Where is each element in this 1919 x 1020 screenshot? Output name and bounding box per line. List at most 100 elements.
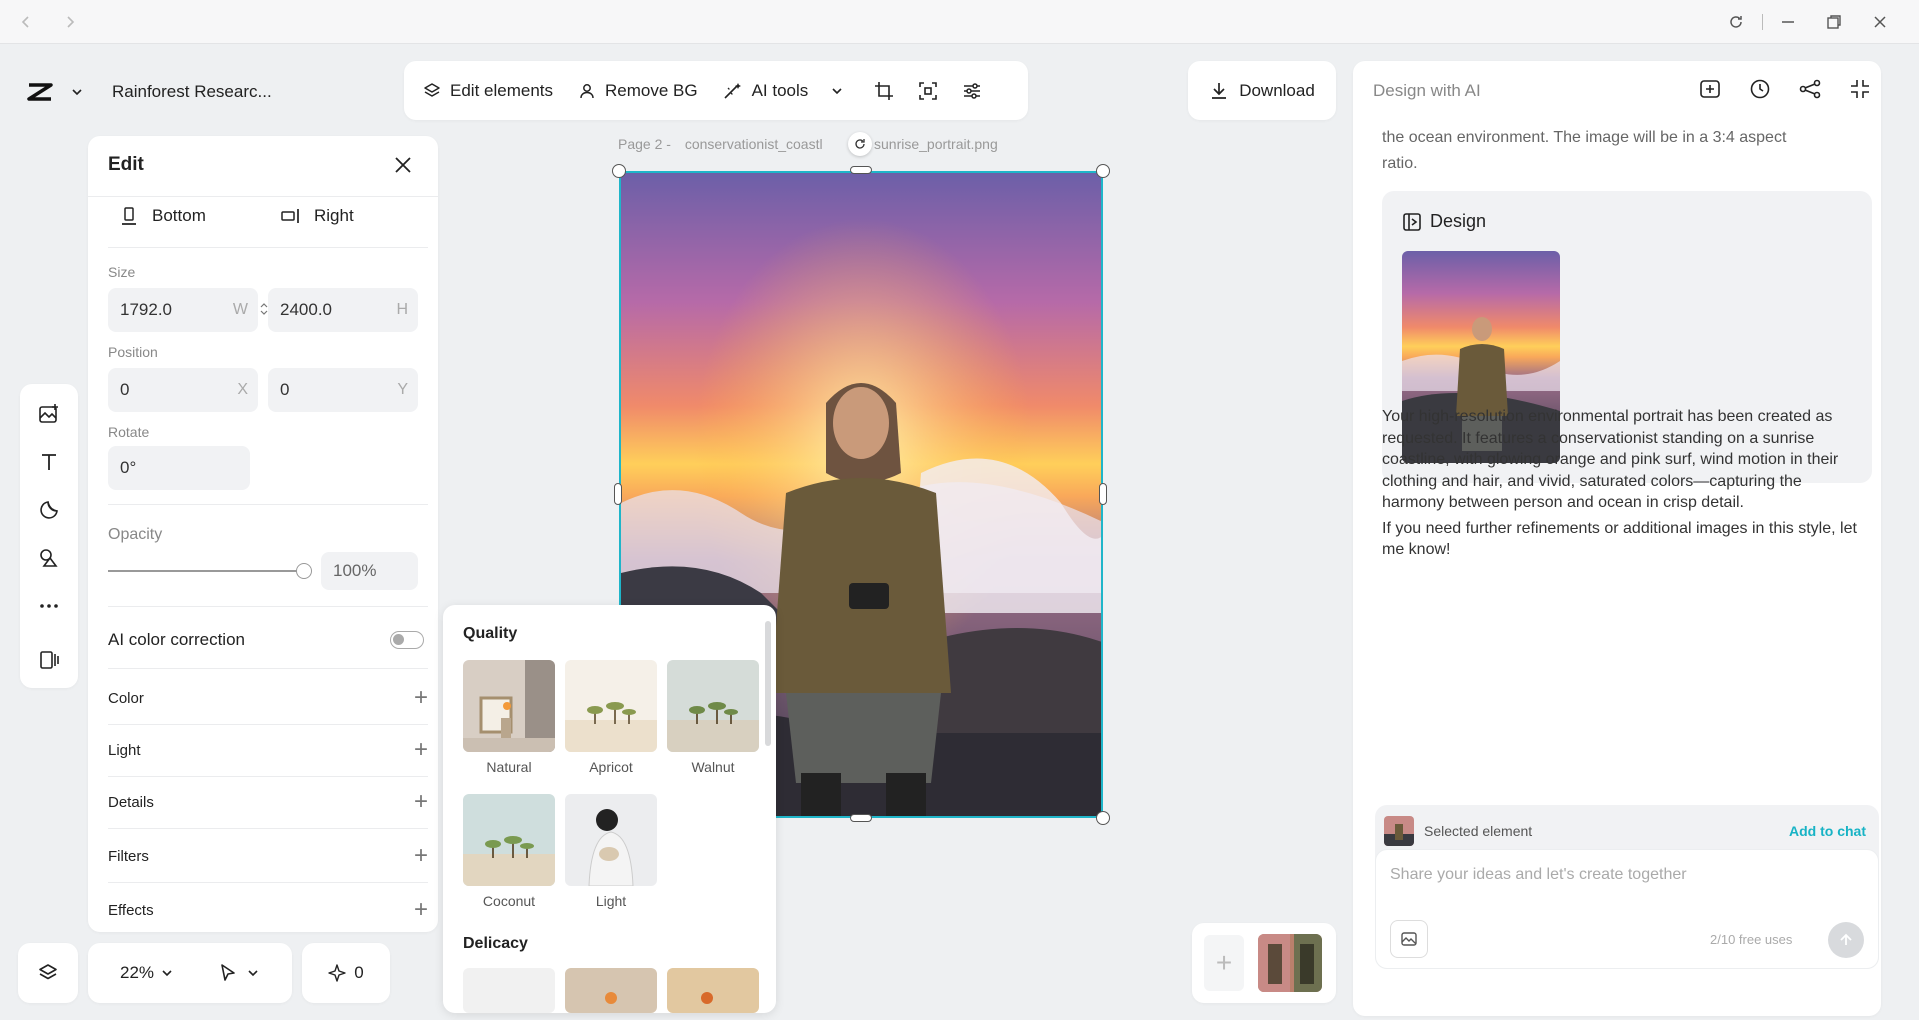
- light-section-label: Light: [108, 741, 141, 759]
- chevron-left-icon[interactable]: [12, 8, 40, 36]
- share-icon[interactable]: [1798, 77, 1822, 101]
- filter-thumb-walnut[interactable]: [667, 660, 759, 752]
- resize-handle-bottom[interactable]: [850, 814, 872, 822]
- popup-scrollbar[interactable]: [765, 621, 771, 746]
- align-right-button[interactable]: Right: [280, 196, 354, 236]
- zoom-dropdown[interactable]: 22%: [120, 963, 174, 983]
- ai-panel-title: Design with AI: [1373, 81, 1481, 100]
- chat-input-box[interactable]: Share your ideas and let's create togeth…: [1375, 849, 1879, 969]
- filter-thumb-natural[interactable]: [463, 660, 555, 752]
- height-input[interactable]: 2400.0 H: [268, 288, 418, 332]
- ai-color-correction-toggle[interactable]: [390, 631, 424, 649]
- resize-handle-bottom-right[interactable]: [1096, 811, 1110, 825]
- position-y-input[interactable]: 0 Y: [268, 368, 418, 412]
- chevron-down-icon: [162, 970, 172, 977]
- smart-select-icon[interactable]: [906, 69, 950, 113]
- rotate-label: Rotate: [108, 424, 150, 440]
- ai-credits-button[interactable]: 0: [302, 943, 390, 1003]
- design-icon: [1403, 212, 1421, 231]
- filter-thumb-coconut[interactable]: [463, 794, 555, 886]
- page-thumbnail[interactable]: [1258, 934, 1322, 992]
- download-button[interactable]: Download: [1188, 61, 1336, 120]
- add-to-chat-link[interactable]: Add to chat: [1789, 823, 1866, 839]
- opacity-slider-track[interactable]: [108, 570, 304, 572]
- color-section[interactable]: Color +: [108, 672, 428, 724]
- filter-label-light: Light: [595, 893, 627, 909]
- filter-thumb-light[interactable]: [565, 794, 657, 886]
- align-bottom-button[interactable]: Bottom: [120, 196, 206, 236]
- opacity-label: Opacity: [108, 526, 163, 543]
- details-section[interactable]: Details +: [108, 776, 428, 828]
- edit-elements-button[interactable]: Edit elements: [410, 61, 565, 120]
- height-value: 2400.0: [280, 300, 332, 319]
- app-logo-icon[interactable]: [20, 74, 60, 110]
- color-section-label: Color: [108, 689, 144, 707]
- opacity-input[interactable]: 100%: [321, 552, 418, 590]
- filters-section-label: Filters: [108, 847, 149, 865]
- delicacy-thumb-2[interactable]: [565, 968, 657, 1013]
- close-icon[interactable]: [392, 154, 414, 176]
- light-section[interactable]: Light +: [108, 724, 428, 776]
- chevron-down-icon[interactable]: [70, 85, 84, 99]
- position-x-input[interactable]: 0 X: [108, 368, 258, 412]
- filter-label-walnut: Walnut: [691, 759, 735, 775]
- window-titlebar: [0, 0, 1919, 44]
- attach-image-icon[interactable]: [1390, 920, 1428, 958]
- details-section-label: Details: [108, 793, 154, 811]
- resize-handle-left[interactable]: [614, 483, 622, 505]
- filter-label-coconut: Coconut: [482, 893, 536, 909]
- align-right-icon: [281, 209, 299, 223]
- new-chat-icon[interactable]: [1698, 77, 1722, 101]
- free-uses-text: 2/10 free uses: [1710, 932, 1793, 947]
- delicacy-thumb-1[interactable]: [463, 968, 555, 1013]
- project-header: Rainforest Researc...: [20, 68, 272, 116]
- pages-panel-icon[interactable]: [23, 636, 75, 684]
- rotate-handle-icon[interactable]: [848, 132, 872, 156]
- layers-button[interactable]: [18, 943, 78, 1003]
- collapse-icon[interactable]: [1848, 77, 1872, 101]
- selected-element-thumbnail: [1384, 816, 1414, 846]
- history-icon[interactable]: [1748, 77, 1772, 101]
- adjust-sliders-icon[interactable]: [950, 69, 994, 113]
- opacity-slider-handle[interactable]: [296, 563, 312, 579]
- filter-thumb-apricot[interactable]: [565, 660, 657, 752]
- remove-bg-button[interactable]: Remove BG: [565, 61, 710, 120]
- resize-handle-right[interactable]: [1099, 483, 1107, 505]
- chat-input-placeholder[interactable]: Share your ideas and let's create togeth…: [1390, 866, 1687, 884]
- chevron-down-icon: [832, 87, 842, 94]
- restore-icon[interactable]: [1820, 8, 1848, 36]
- add-image-icon[interactable]: [23, 390, 75, 438]
- chevron-right-icon[interactable]: [56, 8, 84, 36]
- shapes-icon[interactable]: [23, 534, 75, 582]
- rotate-value: 0°: [120, 458, 137, 477]
- rotate-input[interactable]: 0°: [108, 446, 250, 490]
- close-icon[interactable]: [1866, 8, 1894, 36]
- layers-icon: [424, 82, 440, 97]
- ai-intro-text: the ocean environment. The image will be…: [1382, 125, 1872, 177]
- ai-intro-line-2: ratio.: [1382, 155, 1418, 172]
- refresh-icon[interactable]: [1722, 8, 1750, 36]
- effects-section[interactable]: Effects +: [108, 884, 428, 932]
- more-icon[interactable]: [23, 582, 75, 630]
- position-label: Position: [108, 344, 158, 360]
- project-name[interactable]: Rainforest Researc...: [112, 82, 272, 102]
- sticker-icon[interactable]: [23, 486, 75, 534]
- plus-icon: +: [413, 788, 428, 815]
- width-input[interactable]: 1792.0 W: [108, 288, 258, 332]
- text-icon[interactable]: [23, 438, 75, 486]
- pointer-tool-dropdown[interactable]: [218, 963, 260, 983]
- ai-color-correction-row: AI color correction: [108, 620, 428, 660]
- minimize-icon[interactable]: [1774, 8, 1802, 36]
- add-page-button[interactable]: +: [1204, 935, 1244, 991]
- delicacy-thumb-3[interactable]: [667, 968, 759, 1013]
- crop-icon[interactable]: [862, 69, 906, 113]
- send-button[interactable]: [1828, 922, 1864, 958]
- ai-tools-button[interactable]: AI tools: [710, 61, 857, 120]
- align-bottom-icon: [122, 207, 136, 225]
- filters-section[interactable]: Filters +: [108, 830, 428, 882]
- plus-icon: +: [413, 896, 428, 923]
- resize-handle-top-left[interactable]: [612, 164, 626, 178]
- resize-handle-top-right[interactable]: [1096, 164, 1110, 178]
- resize-handle-top[interactable]: [850, 166, 872, 174]
- left-tool-rail: [20, 384, 78, 688]
